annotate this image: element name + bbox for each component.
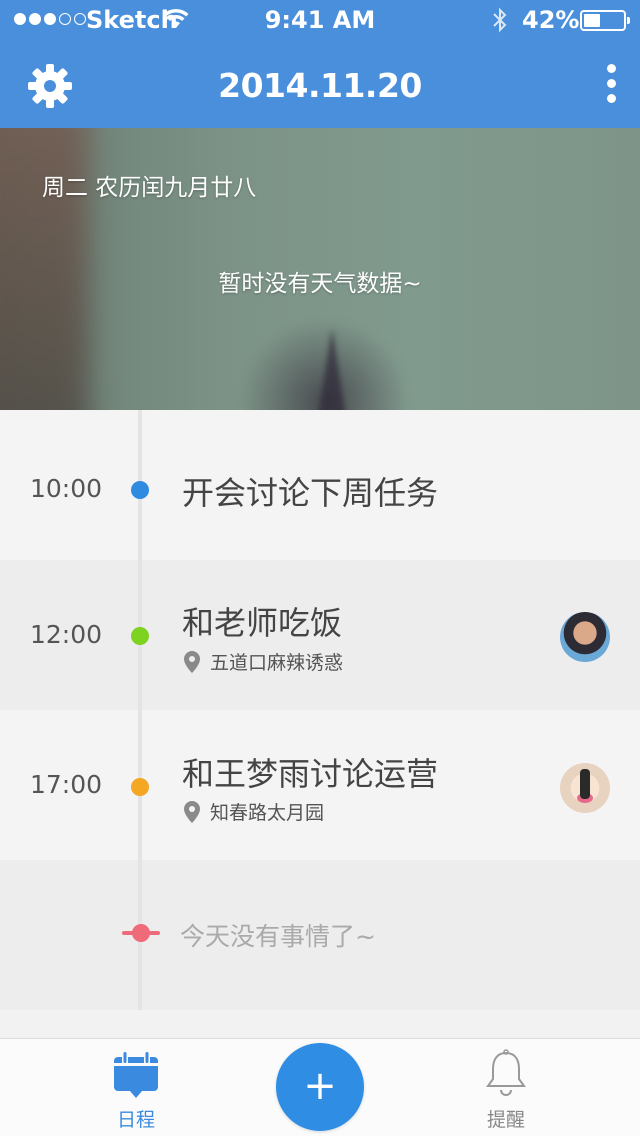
timeline-end-icon <box>122 924 160 942</box>
navigation-bar: 2014.11.20 <box>0 40 640 128</box>
event-dot <box>131 627 149 645</box>
bell-icon <box>486 1049 526 1096</box>
calendar-icon <box>114 1051 158 1098</box>
location-pin-icon <box>184 800 200 823</box>
event-time: 10:00 <box>30 474 103 503</box>
add-event-button[interactable]: + <box>276 1043 364 1131</box>
event-title: 和老师吃饭 <box>182 604 343 642</box>
tab-schedule-label: 日程 <box>116 1109 155 1131</box>
tab-reminders[interactable]: 提醒 <box>446 1039 566 1136</box>
schedule-timeline: 10:00 12:00 17:00 开会讨论下周任务 和老师吃饭 五道口麻辣诱惑… <box>0 410 640 1038</box>
weather-hero: 周二 农历闰九月廿八 暂时没有天气数据~ <box>0 128 640 410</box>
tab-reminders-label: 提醒 <box>486 1109 525 1131</box>
bluetooth-icon <box>493 7 507 33</box>
tab-schedule[interactable]: 日程 <box>76 1039 196 1136</box>
lunar-date: 周二 农历闰九月廿八 <box>42 175 257 201</box>
event-title: 开会讨论下周任务 <box>182 474 439 512</box>
battery-fill <box>584 14 600 27</box>
participant-avatar[interactable] <box>560 763 610 813</box>
battery-icon <box>580 10 630 31</box>
no-more-events-text: 今天没有事情了~ <box>180 922 376 951</box>
event-time: 17:00 <box>30 770 103 799</box>
top-header: Sketch 9:41 AM 42% 2014.11.20 <box>0 0 640 128</box>
event-location: 知春路太月园 <box>184 798 324 825</box>
weather-status: 暂时没有天气数据~ <box>218 271 422 297</box>
battery-percent: 42% <box>522 6 580 34</box>
event-location: 五道口麻辣诱惑 <box>184 648 343 675</box>
participant-avatar[interactable] <box>560 612 610 662</box>
more-vertical-icon[interactable] <box>596 64 626 108</box>
location-text: 五道口麻辣诱惑 <box>210 652 344 674</box>
location-pin-icon <box>184 650 200 673</box>
background-photo-blur <box>318 328 346 410</box>
event-dot <box>131 481 149 499</box>
timeline-line <box>138 410 142 1010</box>
event-dot <box>131 778 149 796</box>
event-time: 12:00 <box>30 620 103 649</box>
page-title: 2014.11.20 <box>218 66 422 105</box>
location-text: 知春路太月园 <box>210 802 325 824</box>
event-title: 和王梦雨讨论运营 <box>182 755 439 793</box>
status-bar: Sketch 9:41 AM 42% <box>0 0 640 40</box>
